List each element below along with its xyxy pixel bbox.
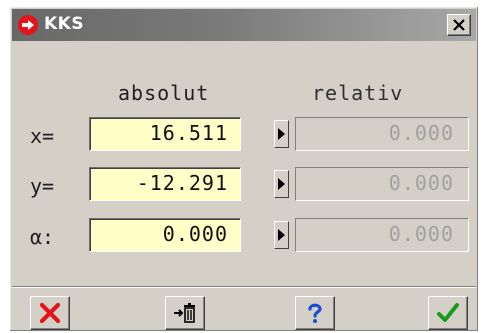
kks-dialog: KKS absolut relativ x= 16.511 0.000 y= -… xyxy=(9,6,479,332)
x-absolute-input[interactable]: 16.511 xyxy=(89,117,241,151)
cancel-button[interactable] xyxy=(30,296,70,330)
help-icon xyxy=(308,303,322,323)
close-icon xyxy=(453,19,465,31)
close-button[interactable] xyxy=(447,14,471,36)
toolbar-divider xyxy=(12,286,476,288)
x-relative-input[interactable]: 0.000 xyxy=(295,117,469,151)
title-bar[interactable]: KKS xyxy=(12,9,476,41)
play-arrow-icon xyxy=(278,178,285,190)
clear-to-trash-button[interactable] xyxy=(165,296,205,330)
y-absolute-input[interactable]: -12.291 xyxy=(89,167,241,201)
relative-column-header: relativ xyxy=(312,81,404,105)
alpha-relative-toggle-button[interactable] xyxy=(274,221,289,249)
red-arrow-icon xyxy=(18,15,38,35)
y-relative-toggle-button[interactable] xyxy=(274,170,289,198)
alpha-relative-input[interactable]: 0.000 xyxy=(295,218,469,252)
play-arrow-icon xyxy=(278,128,285,140)
x-relative-toggle-button[interactable] xyxy=(274,120,289,148)
alpha-label: α: xyxy=(30,225,55,249)
help-button[interactable] xyxy=(295,296,335,330)
cancel-x-icon xyxy=(39,302,61,324)
absolute-column-header: absolut xyxy=(118,81,210,105)
x-label: x= xyxy=(30,124,55,148)
ok-button[interactable] xyxy=(428,296,468,330)
window-title: KKS xyxy=(44,14,85,34)
ok-check-icon xyxy=(437,303,459,322)
clear-to-trash-icon xyxy=(174,303,195,323)
play-arrow-icon xyxy=(278,229,285,241)
y-relative-input[interactable]: 0.000 xyxy=(295,167,469,201)
y-label: y= xyxy=(30,174,55,198)
alpha-absolute-input[interactable]: 0.000 xyxy=(89,218,241,252)
